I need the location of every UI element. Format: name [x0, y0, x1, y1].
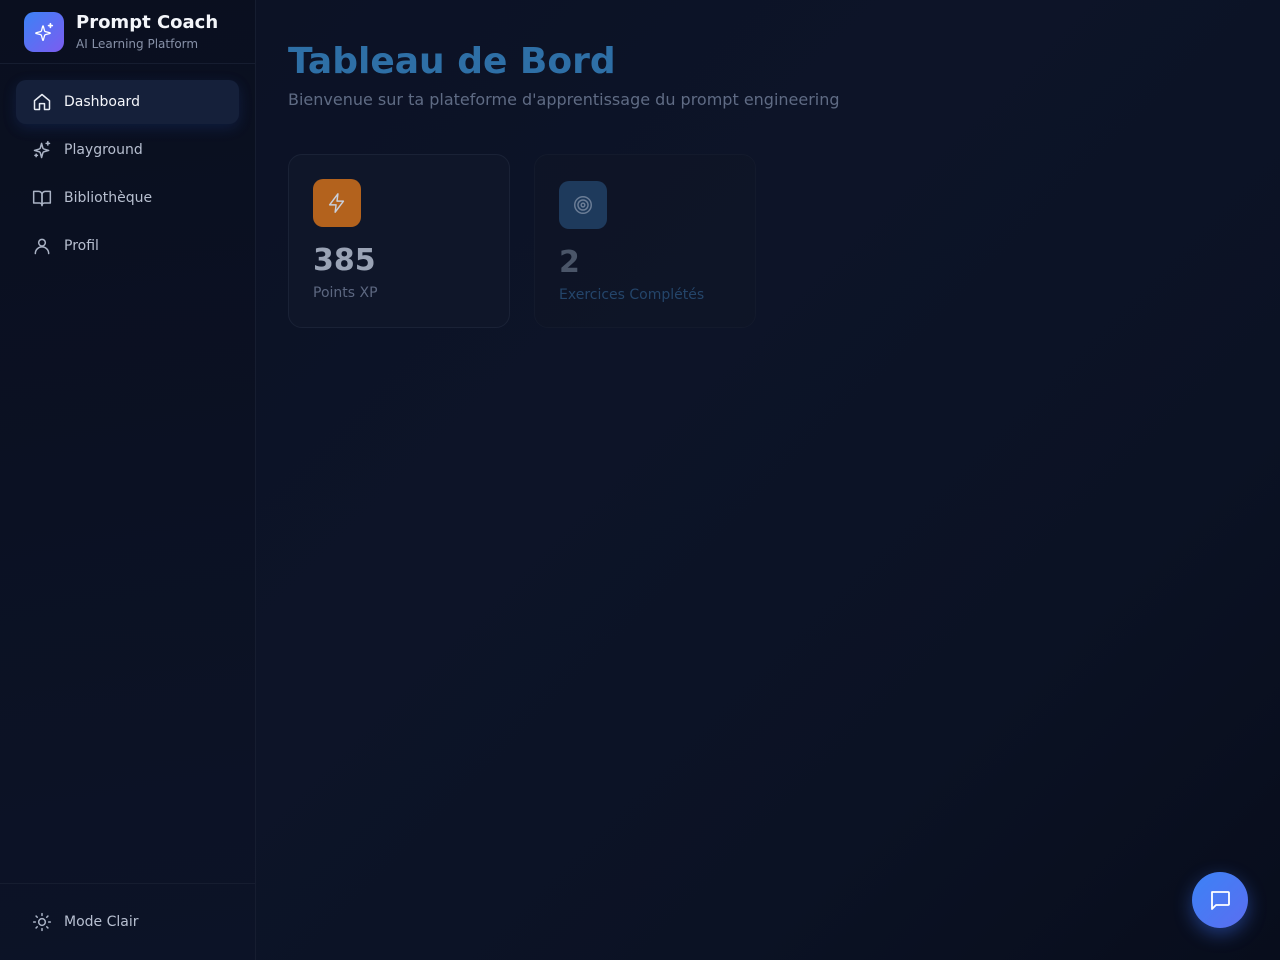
sidebar-item-bibliotheque[interactable]: Bibliothèque [16, 176, 239, 220]
stat-label: Points XP [313, 285, 378, 301]
theme-toggle-label: Mode Clair [64, 914, 139, 930]
sidebar-item-label: Bibliothèque [64, 190, 153, 206]
book-open-icon [32, 188, 52, 208]
page-subtitle: Bienvenue sur ta plateforme d'apprentiss… [288, 90, 840, 109]
sun-icon [32, 912, 52, 932]
home-icon [32, 92, 52, 112]
stat-value: 385 [313, 243, 376, 278]
sidebar-item-label: Dashboard [64, 94, 140, 110]
stat-label: Exercices Complétés [559, 287, 705, 303]
zap-icon [313, 179, 361, 227]
message-square-icon [1211, 891, 1230, 910]
sparkles-icon [32, 140, 52, 160]
stats-cards: 385 Points XP 2 Exercices Complétés [288, 154, 1248, 328]
sidebar-item-dashboard[interactable]: Dashboard [16, 80, 239, 124]
page-title: Tableau de Bord [288, 41, 616, 82]
sidebar-footer: Mode Clair [0, 883, 255, 960]
user-icon [32, 236, 52, 256]
brand-title: Prompt Coach [76, 11, 219, 33]
theme-toggle-button[interactable]: Mode Clair [16, 900, 239, 944]
stat-card-exercises: 2 Exercices Complétés [534, 154, 756, 328]
brand-logo [24, 11, 64, 52]
sidebar-item-playground[interactable]: Playground [16, 128, 239, 172]
sidebar: Prompt Coach AI Learning Platform Dashbo… [0, 0, 256, 960]
chat-button[interactable] [1192, 872, 1248, 928]
stat-value: 2 [559, 245, 580, 280]
sparkles-icon [35, 22, 54, 41]
brand-subtitle: AI Learning Platform [76, 36, 199, 51]
brand: Prompt Coach AI Learning Platform [0, 0, 255, 64]
sidebar-nav: Dashboard Playground Bibliothèque Profil [0, 64, 255, 268]
sidebar-item-label: Playground [64, 142, 143, 158]
app-root: Prompt Coach AI Learning Platform Dashbo… [0, 0, 1280, 960]
target-icon [559, 181, 607, 229]
sidebar-item-profil[interactable]: Profil [16, 224, 239, 268]
main-content: Tableau de Bord Bienvenue sur ta platefo… [256, 0, 1280, 960]
sidebar-item-label: Profil [64, 238, 99, 254]
stat-card-xp: 385 Points XP [288, 154, 510, 328]
